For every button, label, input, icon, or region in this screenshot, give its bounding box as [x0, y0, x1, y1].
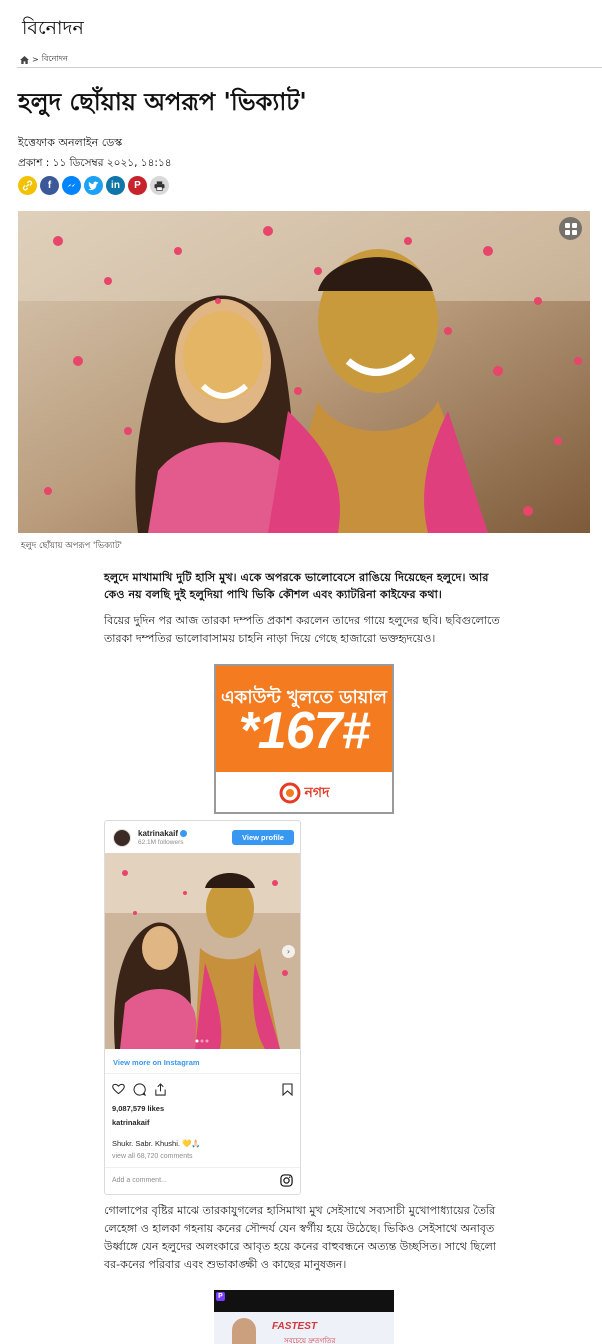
ad-banner-top — [214, 1290, 394, 1312]
ad-headline: FASTEST — [272, 1321, 318, 1332]
gallery-icon[interactable] — [559, 217, 582, 240]
post-caption: Shukr. Sabr. Khushi. 💛🙏🏻 — [112, 1139, 201, 1148]
section-title[interactable]: বিনোদন — [22, 14, 84, 46]
bottom-ad[interactable]: P FASTEST সবচেয়ে দ্রুতগতির — [214, 1290, 394, 1344]
article-author[interactable]: ইত্তেফাক অনলাইন ডেস্ক — [18, 134, 122, 153]
ad-dial-code: *167# — [238, 702, 371, 760]
instagram-actions — [112, 1083, 167, 1096]
home-icon[interactable] — [20, 55, 29, 64]
likes-count: 9,087,579 likes — [112, 1104, 165, 1113]
instagram-photo[interactable]: › — [105, 853, 300, 1049]
facebook-icon[interactable]: f — [40, 176, 59, 195]
username-text: katrinakaif — [138, 829, 179, 838]
article-lead: হলুদে মাখামাখি দুটি হাসি মুখ। একে অপরকে … — [104, 571, 489, 601]
linkedin-icon[interactable]: in — [106, 176, 125, 195]
avatar[interactable] — [113, 829, 131, 847]
nagad-logo: নগদ — [216, 772, 392, 812]
divider — [105, 1073, 300, 1074]
twitter-icon[interactable] — [84, 176, 103, 195]
breadcrumb-separator: > — [32, 55, 39, 64]
print-icon[interactable] — [150, 176, 169, 195]
article-paragraph: গোলাপের বৃষ্টির মাঝে তারকাযুগলের হাসিমাখ… — [104, 1204, 496, 1271]
post-author[interactable]: katrinakaif — [112, 1118, 150, 1127]
header-divider — [17, 67, 602, 68]
heart-icon[interactable] — [112, 1083, 125, 1095]
ad-person-image — [232, 1318, 256, 1344]
breadcrumb: > বিনোদন — [20, 53, 68, 66]
article-paragraph: বিয়ের দুদিন পর আজ তারকা দম্পতি প্রকাশ ক… — [104, 614, 500, 645]
verified-icon — [180, 830, 188, 837]
instagram-embed[interactable]: katrinakaif 62.1M followers View profile… — [104, 820, 301, 1195]
share-bar: f in P — [18, 176, 169, 195]
instagram-icon[interactable] — [280, 1174, 293, 1187]
chevron-right-icon[interactable]: › — [282, 945, 295, 958]
comment-input[interactable]: Add a comment... — [112, 1177, 167, 1184]
view-profile-button[interactable]: View profile — [232, 830, 294, 845]
view-all-comments[interactable]: view all 68,720 comments — [112, 1153, 193, 1160]
instagram-header: katrinakaif 62.1M followers View profile — [105, 821, 300, 853]
messenger-icon[interactable] — [62, 176, 81, 195]
breadcrumb-current[interactable]: বিনোদন — [42, 53, 68, 66]
image-caption: হলুদ ছোঁয়ায় অপরূপ 'ভিক্যাট' — [21, 541, 122, 551]
publish-date: প্রকাশ : ১১ ডিসেম্বর ২০২১, ১৪:১৪ — [18, 157, 172, 169]
nagad-ad[interactable]: একাউন্ট খুলতে ডায়াল *167# নগদ — [214, 664, 394, 814]
ad-badge-icon: P — [216, 1292, 225, 1301]
hero-image[interactable] — [18, 211, 590, 533]
view-more-link[interactable]: View more on Instagram — [113, 1058, 200, 1067]
comment-icon[interactable] — [133, 1083, 146, 1096]
pinterest-icon[interactable]: P — [128, 176, 147, 195]
instagram-username[interactable]: katrinakaif — [138, 829, 188, 838]
bookmark-icon[interactable] — [282, 1083, 293, 1096]
article-headline: হলুদ ছোঁয়ায় অপরূপ 'ভিক্যাট' — [18, 87, 307, 116]
share-icon[interactable] — [154, 1083, 167, 1096]
ad-subtext: সবচেয়ে দ্রুতগতির — [284, 1337, 336, 1344]
divider — [105, 1167, 300, 1168]
link-icon[interactable] — [18, 176, 37, 195]
followers-count: 62.1M followers — [138, 839, 184, 846]
nagad-logo-icon — [279, 782, 301, 804]
nagad-brand: নগদ — [304, 785, 330, 801]
